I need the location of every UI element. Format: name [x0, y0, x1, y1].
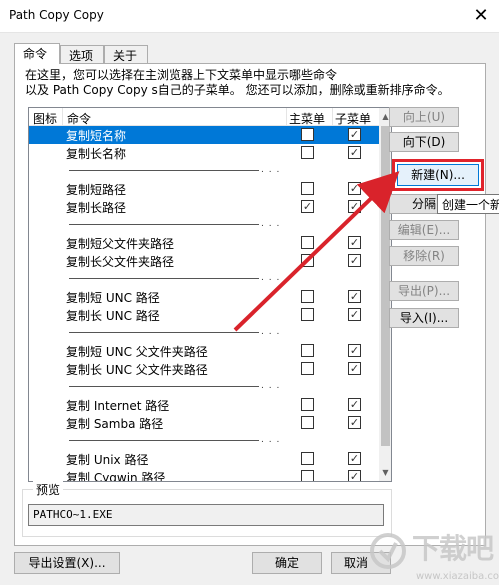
- watermark-text: 下载吧: [412, 532, 494, 565]
- ok-button[interactable]: 确定: [252, 552, 322, 574]
- annotation-arrow: [233, 171, 400, 332]
- watermark-logo-icon: [370, 533, 406, 569]
- new-button-tooltip: 创建一个新: [437, 194, 499, 214]
- export-settings-button[interactable]: 导出设置(X)...: [14, 552, 120, 574]
- watermark-url: www.xiazaiba.com: [416, 571, 499, 582]
- watermark: 下载吧 www.xiazaiba.com: [368, 527, 499, 585]
- tab-commands[interactable]: 命令: [14, 43, 60, 64]
